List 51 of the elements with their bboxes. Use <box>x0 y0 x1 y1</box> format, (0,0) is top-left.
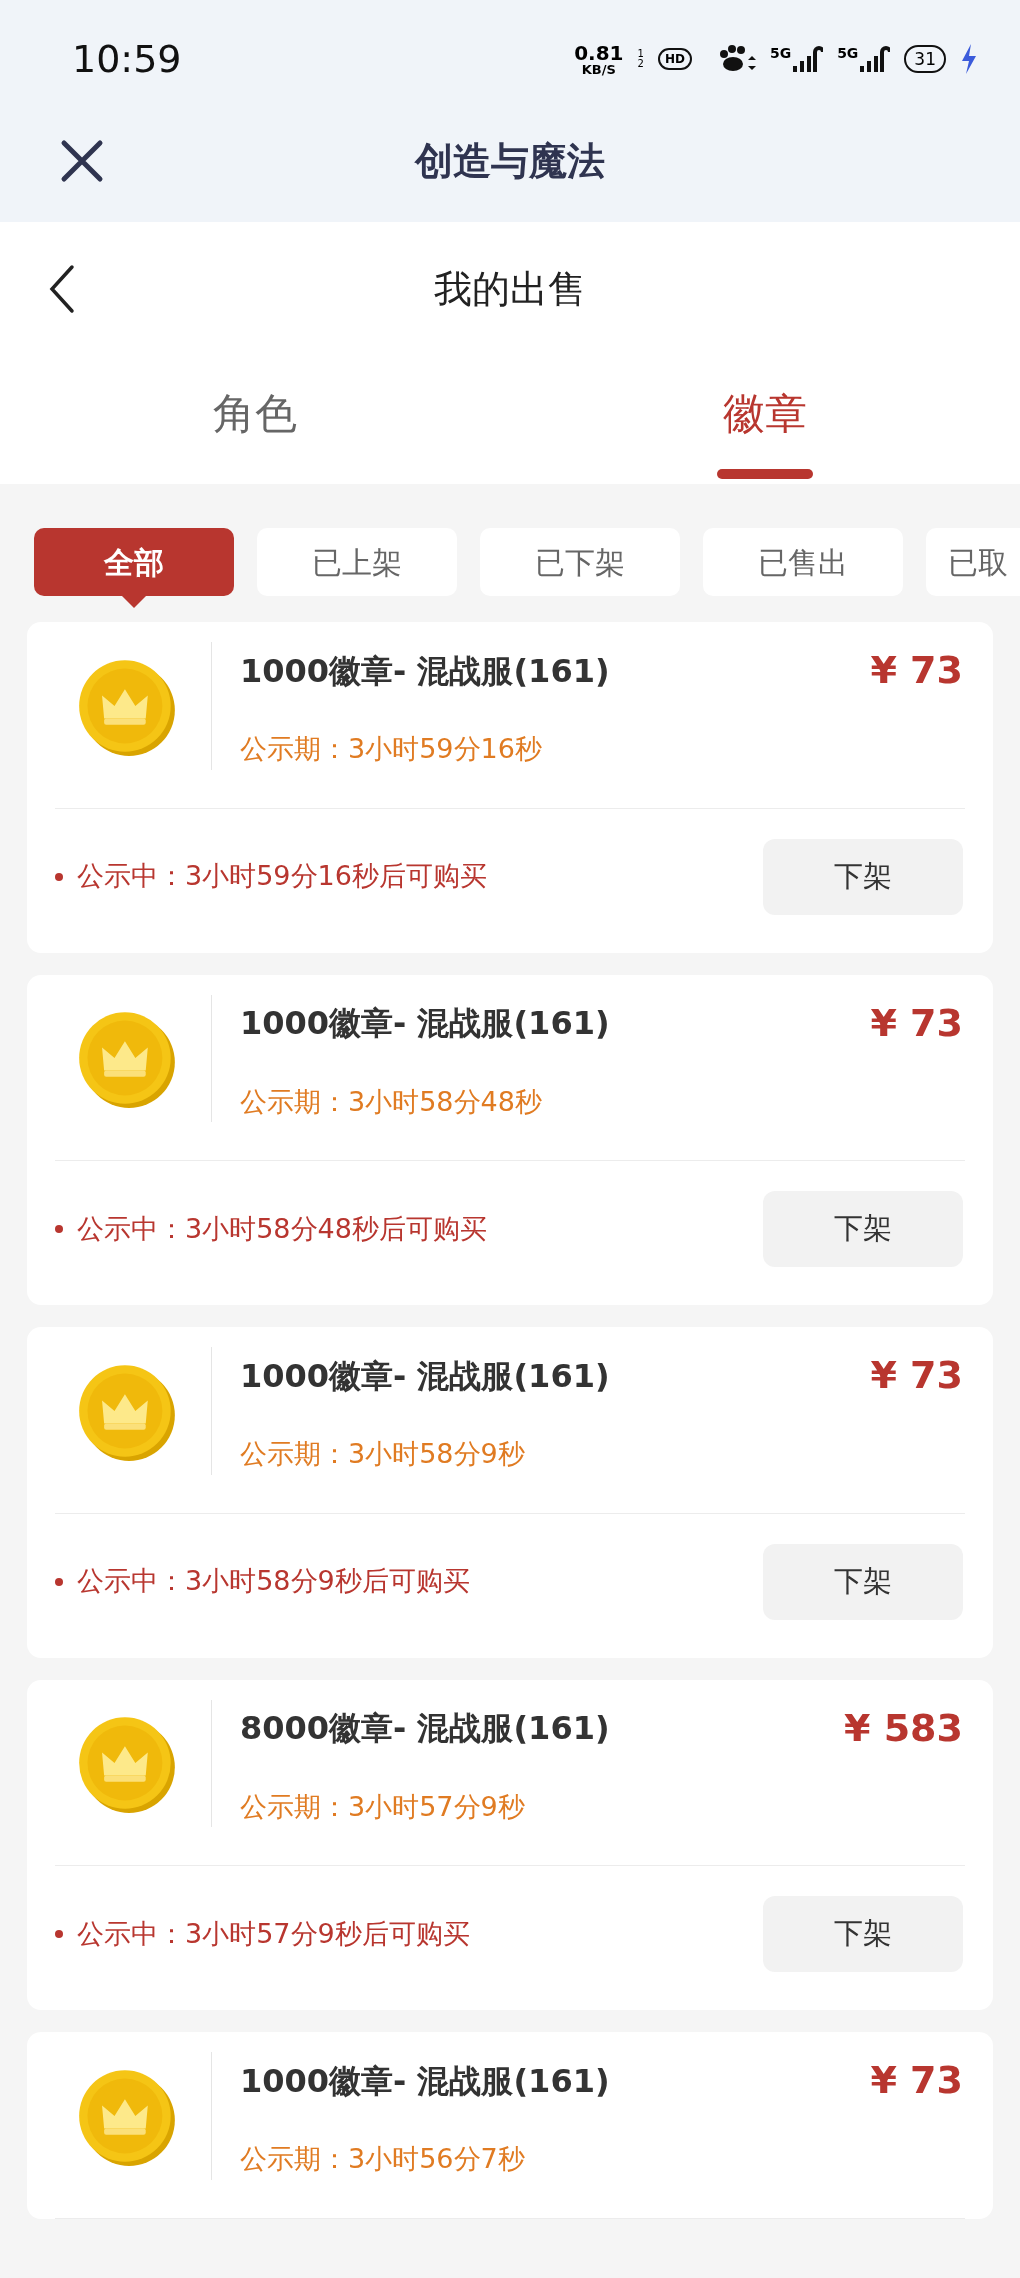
bullet-icon <box>55 872 63 881</box>
filter-chip[interactable]: 已下架 <box>480 528 680 596</box>
bullet-icon <box>55 1930 63 1938</box>
delist-button[interactable]: 下架 <box>763 838 963 915</box>
delist-button[interactable]: 下架 <box>763 1896 963 1972</box>
listing-title: 1000徽章- 混战服(161) <box>240 1003 610 1044</box>
period-text: 公示期：3小时58分9秒 <box>240 1437 526 1471</box>
filter-chip[interactable]: 已售出 <box>703 528 903 596</box>
signal-icon <box>793 46 824 72</box>
speed-unit: KB/S <box>581 62 616 76</box>
battery-indicator: 31 <box>904 45 946 73</box>
period-text: 公示期：3小时56分7秒 <box>240 2142 526 2176</box>
listing-title: 1000徽章- 混战服(161) <box>240 2060 610 2102</box>
filter-chip[interactable]: 已上架 <box>257 528 457 596</box>
listing-title: 1000徽章- 混战服(161) <box>240 650 610 692</box>
signal-icon <box>860 46 891 72</box>
period-text: 公示期：3小时58分48秒 <box>240 1084 543 1119</box>
listing-title: 1000徽章- 混战服(161) <box>240 1355 610 1397</box>
delist-button[interactable]: 下架 <box>763 1543 963 1620</box>
close-icon[interactable] <box>60 139 104 183</box>
listing-price: ¥ 73 <box>870 647 963 694</box>
listing-title: 8000徽章- 混战服(161) <box>240 1708 610 1749</box>
page-title: 我的出售 <box>434 265 586 313</box>
status-text: 公示中：3小时58分9秒后可购买 <box>77 1564 470 1599</box>
listing-price: ¥ 73 <box>870 2057 963 2104</box>
sim-number: 1 <box>637 49 644 59</box>
filter-chip[interactable]: 全部 <box>34 528 234 596</box>
tab[interactable]: 徽章 <box>723 382 807 445</box>
speed-value: 0.81 <box>574 42 624 63</box>
status-text: 公示中：3小时57分9秒后可购买 <box>77 1916 470 1951</box>
listing-price: ¥ 73 <box>870 1352 963 1399</box>
network-label: 5G <box>769 46 792 60</box>
listing-price: ¥ 583 <box>844 1704 963 1752</box>
status-text: 公示中：3小时59分16秒后可购买 <box>77 859 487 894</box>
sim-number: 2 <box>637 59 644 69</box>
bullet-icon <box>55 1577 63 1586</box>
filter-chip[interactable]: 已取 <box>926 528 1020 596</box>
chip-pointer <box>122 596 146 608</box>
listing-price: ¥ 73 <box>870 999 963 1047</box>
period-text: 公示期：3小时59分16秒 <box>240 732 543 766</box>
hd-badge: HD <box>657 48 692 70</box>
status-text: 公示中：3小时58分48秒后可购买 <box>77 1211 487 1246</box>
tab[interactable]: 角色 <box>213 382 297 445</box>
period-text: 公示期：3小时57分9秒 <box>240 1789 526 1824</box>
clock: 10:59 <box>72 35 182 83</box>
network-label: 5G <box>837 46 859 60</box>
delist-button[interactable]: 下架 <box>763 1191 963 1267</box>
charging-icon <box>960 44 978 74</box>
bullet-icon <box>55 1225 63 1233</box>
app-title: 创造与魔法 <box>415 137 605 185</box>
back-icon[interactable] <box>48 264 76 314</box>
